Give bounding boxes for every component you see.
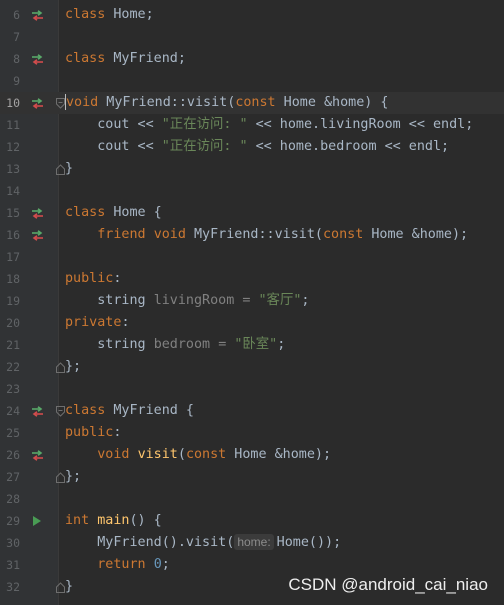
code-text: int main() { (65, 513, 162, 528)
code-line[interactable]: 22}; (0, 356, 504, 378)
line-number: 19 (6, 294, 20, 308)
line-number: 14 (6, 184, 20, 198)
code-text: cout << "正在访问: " << home.livingRoom << e… (65, 117, 474, 132)
code-line[interactable]: 21 string bedroom = "卧室"; (0, 334, 504, 356)
run-icon[interactable] (30, 510, 44, 532)
line-number: 26 (6, 448, 20, 462)
code-line[interactable]: 29 int main() { (0, 510, 504, 532)
code-text: }; (65, 469, 82, 484)
code-line[interactable]: 6 class Home; (0, 4, 504, 26)
code-text: class Home; (65, 7, 154, 22)
code-line[interactable]: 30 MyFriend().visit(home: Home()); (0, 532, 504, 554)
line-number: 13 (6, 162, 20, 176)
code-line[interactable]: 18 public: (0, 268, 504, 290)
code-line[interactable]: 13} (0, 158, 504, 180)
code-editor[interactable]: 6 class Home; 7 8 class MyFriend; 9 10 void MyF… (0, 0, 504, 605)
code-line[interactable]: 25 public: (0, 422, 504, 444)
line-number: 31 (6, 558, 20, 572)
line-number: 17 (6, 250, 20, 264)
code-text: friend void MyFriend::visit(const Home &… (97, 227, 469, 242)
code-text: void MyFriend::visit(const Home &home) { (65, 94, 389, 110)
code-text: class MyFriend { (65, 403, 194, 418)
line-number: 9 (13, 74, 20, 88)
code-line[interactable]: 11 cout << "正在访问: " << home.livingRoom <… (0, 114, 504, 136)
line-number: 15 (6, 206, 20, 220)
code-line[interactable]: 14 (0, 180, 504, 202)
line-number: 24 (6, 404, 20, 418)
line-number: 32 (6, 580, 20, 594)
code-line[interactable]: 31 return 0; (0, 554, 504, 576)
code-line[interactable]: 20 private: (0, 312, 504, 334)
line-number: 29 (6, 514, 20, 528)
implementation-arrows-icon[interactable] (30, 202, 44, 224)
code-text: class MyFriend; (65, 51, 186, 66)
code-text: string bedroom = "卧室"; (97, 337, 286, 352)
line-number: 21 (6, 338, 20, 352)
parameter-hint: home: (234, 534, 274, 550)
code-line[interactable]: 15 class Home { (0, 202, 504, 224)
watermark: CSDN @android_cai_niao (288, 575, 488, 594)
implementation-arrows-icon[interactable] (30, 92, 44, 114)
code-text: }; (65, 359, 82, 374)
fold-marker-icon[interactable] (55, 576, 65, 598)
fold-marker-icon[interactable] (55, 356, 65, 378)
fold-marker-icon[interactable] (55, 158, 65, 180)
code-text: void visit(const Home &home); (97, 447, 332, 462)
code-line[interactable]: 16 friend void MyFriend::visit(const Hom… (0, 224, 504, 246)
code-lines: 6 class Home; 7 8 class MyFriend; 9 10 void MyF… (0, 4, 504, 598)
code-line[interactable]: 27}; (0, 466, 504, 488)
code-line[interactable]: 19 string livingRoom = "客厅"; (0, 290, 504, 312)
implementation-arrows-icon[interactable] (30, 224, 44, 246)
code-line[interactable]: 12 cout << "正在访问: " << home.bedroom << e… (0, 136, 504, 158)
implementation-arrows-icon[interactable] (30, 4, 44, 26)
implementation-arrows-icon[interactable] (30, 400, 44, 422)
line-number: 22 (6, 360, 20, 374)
code-text: } (65, 161, 74, 176)
code-text: class Home { (65, 205, 162, 220)
line-number: 25 (6, 426, 20, 440)
line-number: 6 (13, 8, 20, 22)
code-text: public: (65, 425, 122, 440)
code-text: cout << "正在访问: " << home.bedroom << endl… (65, 139, 450, 154)
implementation-arrows-icon[interactable] (30, 444, 44, 466)
code-text: string livingRoom = "客厅"; (97, 293, 310, 308)
code-line[interactable]: 10 void MyFriend::visit(const Home &home)… (0, 92, 504, 114)
line-number: 20 (6, 316, 20, 330)
code-text: } (65, 579, 74, 594)
code-line[interactable]: 17 (0, 246, 504, 268)
code-text: MyFriend().visit(home: Home()); (65, 534, 342, 550)
code-text: return 0; (97, 557, 170, 572)
fold-marker-icon[interactable] (55, 466, 65, 488)
line-number: 16 (6, 228, 20, 242)
line-number: 11 (6, 118, 20, 132)
code-line[interactable]: 28 (0, 488, 504, 510)
line-number: 28 (6, 492, 20, 506)
code-text: public: (65, 271, 122, 286)
fold-marker-icon[interactable] (55, 92, 65, 114)
code-line[interactable]: 23 (0, 378, 504, 400)
code-text: private: (65, 315, 130, 330)
code-line[interactable]: 9 (0, 70, 504, 92)
line-number: 7 (13, 30, 20, 44)
code-line[interactable]: 8 class MyFriend; (0, 48, 504, 70)
code-line[interactable]: 26 void visit(const Home &home); (0, 444, 504, 466)
line-number: 27 (6, 470, 20, 484)
line-number: 18 (6, 272, 20, 286)
implementation-arrows-icon[interactable] (30, 48, 44, 70)
fold-marker-icon[interactable] (55, 400, 65, 422)
code-line[interactable]: 7 (0, 26, 504, 48)
line-number: 23 (6, 382, 20, 396)
line-number: 30 (6, 536, 20, 550)
line-number: 12 (6, 140, 20, 154)
code-line[interactable]: 24 class MyFriend { (0, 400, 504, 422)
line-number: 10 (6, 96, 20, 110)
line-number: 8 (13, 52, 20, 66)
